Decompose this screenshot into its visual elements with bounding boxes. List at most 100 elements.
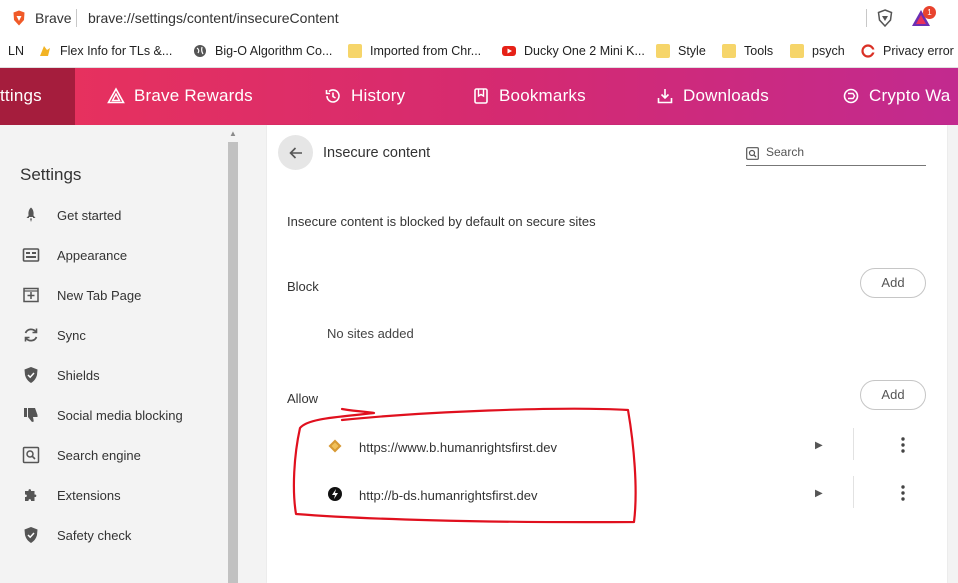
bookmark-privacy-error[interactable]: Privacy error (861, 44, 954, 58)
sidebar-item-shields[interactable]: Shields (22, 366, 100, 384)
expand-arrow-icon[interactable]: ▶ (815, 440, 823, 451)
sidebar-item-extensions[interactable]: Extensions (22, 486, 121, 504)
more-menu-icon[interactable] (893, 435, 913, 455)
address-bar: Brave brave://settings/content/insecureC… (0, 0, 958, 36)
nav-settings[interactable]: ttings (0, 86, 42, 106)
bookmarks-icon (474, 88, 488, 104)
search-icon (746, 147, 759, 160)
allow-site-row[interactable]: http://b-ds.humanrightsfirst.dev ▶ (287, 472, 927, 520)
bookmark-big-o[interactable]: Big-O Algorithm Co... (193, 44, 332, 58)
bookmark-label: Privacy error (883, 44, 954, 58)
search-engine-icon (22, 446, 40, 464)
search-placeholder: Search (766, 145, 805, 159)
search-input[interactable]: Search (746, 145, 926, 166)
sidebar-item-appearance[interactable]: Appearance (22, 246, 127, 264)
scroll-up-arrow[interactable]: ▲ (229, 129, 237, 138)
address-divider (76, 9, 77, 27)
sidebar-item-label: Sync (57, 327, 86, 343)
sidebar-item-label: Appearance (57, 247, 128, 263)
bookmark-label: Imported from Chr... (370, 44, 482, 58)
folder-icon (722, 44, 736, 58)
nav-downloads[interactable]: Downloads (656, 86, 769, 106)
bookmark-label: LN (8, 44, 24, 58)
rocket-icon (26, 207, 36, 222)
row-divider (853, 428, 854, 460)
folder-icon (656, 44, 670, 58)
sidebar-item-label: Get started (57, 207, 122, 223)
rewards-badge: 1 (923, 6, 936, 19)
url-field[interactable]: brave://settings/content/insecureContent (88, 10, 339, 26)
block-add-button[interactable]: Add (860, 268, 926, 298)
error-icon (861, 44, 875, 58)
sidebar-scroll-thumb[interactable] (228, 142, 238, 583)
bookmark-label: Tools (744, 44, 774, 58)
folder-icon (790, 44, 804, 58)
history-icon (325, 89, 340, 103)
nav-crypto-wallets[interactable]: Crypto Wa (842, 86, 950, 106)
allow-site-row[interactable]: https://www.b.humanrightsfirst.dev ▶ (287, 424, 927, 472)
bookmark-psych[interactable]: psych (790, 44, 845, 58)
youtube-icon (502, 46, 516, 56)
more-menu-icon[interactable] (893, 483, 913, 503)
nav-label: Brave Rewards (134, 86, 253, 105)
row-divider (853, 476, 854, 508)
bookmark-label: psych (812, 44, 845, 58)
toolbar-divider (866, 9, 867, 27)
sidebar-title: Settings (20, 165, 82, 184)
sidebar-item-search-engine[interactable]: Search engine (22, 446, 141, 464)
bookmark-imported[interactable]: Imported from Chr... (348, 44, 481, 58)
sidebar-item-social-media-blocking[interactable]: Social media blocking (22, 406, 183, 424)
bookmark-ln[interactable]: LN (8, 44, 24, 58)
bolt-icon (328, 487, 342, 501)
brave-shields-icon[interactable] (877, 9, 893, 27)
block-empty-text: No sites added (327, 326, 414, 341)
nav-label: Downloads (683, 86, 769, 105)
bookmark-flex-info[interactable]: Flex Info for TLs &... (38, 44, 172, 58)
sidebar-item-new-tab-page[interactable]: New Tab Page (22, 286, 141, 304)
wallet-icon (843, 88, 859, 104)
rewards-triangle-icon (107, 87, 125, 104)
nav-brave-rewards[interactable]: Brave Rewards (107, 86, 253, 106)
bookmark-ducky[interactable]: Ducky One 2 Mini K... (502, 44, 645, 58)
folder-icon (348, 44, 362, 58)
diamond-icon (328, 439, 342, 453)
sidebar-item-label: Shields (57, 367, 100, 383)
puzzle-icon (25, 489, 37, 501)
back-arrow-icon (288, 146, 302, 159)
flex-icon (40, 46, 50, 56)
page-title: Insecure content (323, 145, 431, 161)
bookmark-tools[interactable]: Tools (722, 44, 773, 58)
expand-arrow-icon[interactable]: ▶ (815, 488, 823, 499)
bookmarks-bar: LN Flex Info for TLs &... Big-O Algorith… (0, 36, 958, 68)
page-description: Insecure content is blocked by default o… (287, 214, 596, 229)
shield-icon (24, 367, 38, 383)
bookmark-label: Style (678, 44, 706, 58)
settings-sidebar: Settings Get started Appearance New Tab … (0, 125, 226, 583)
back-button[interactable] (278, 135, 313, 170)
nav-label: History (351, 86, 406, 105)
nav-label: ttings (0, 86, 42, 105)
sidebar-item-get-started[interactable]: Get started (22, 206, 121, 224)
brave-lion-icon (13, 10, 25, 26)
bookmark-label: Flex Info for TLs &... (60, 44, 173, 58)
allow-add-button[interactable]: Add (860, 380, 926, 410)
safety-shield-icon (24, 527, 38, 543)
appearance-icon (22, 248, 40, 262)
sync-icon (24, 328, 38, 342)
nav-bookmarks[interactable]: Bookmarks (472, 86, 586, 106)
bookmark-style[interactable]: Style (656, 44, 706, 58)
thumbs-down-icon (24, 408, 38, 422)
site-url: https://www.b.humanrightsfirst.dev (359, 440, 557, 455)
new-tab-icon (23, 287, 39, 303)
site-url: http://b-ds.humanrightsfirst.dev (359, 488, 538, 503)
block-section-label: Block (287, 279, 319, 294)
nav-label: Bookmarks (499, 86, 586, 105)
sidebar-item-safety-check[interactable]: Safety check (22, 526, 131, 544)
bookmark-label: Ducky One 2 Mini K... (524, 44, 645, 58)
download-icon (657, 89, 673, 104)
nav-history[interactable]: History (324, 86, 405, 106)
sidebar-item-label: New Tab Page (57, 287, 142, 303)
allow-section-label: Allow (287, 391, 319, 406)
sidebar-item-sync[interactable]: Sync (22, 326, 86, 344)
sidebar-item-label: Extensions (57, 487, 121, 503)
